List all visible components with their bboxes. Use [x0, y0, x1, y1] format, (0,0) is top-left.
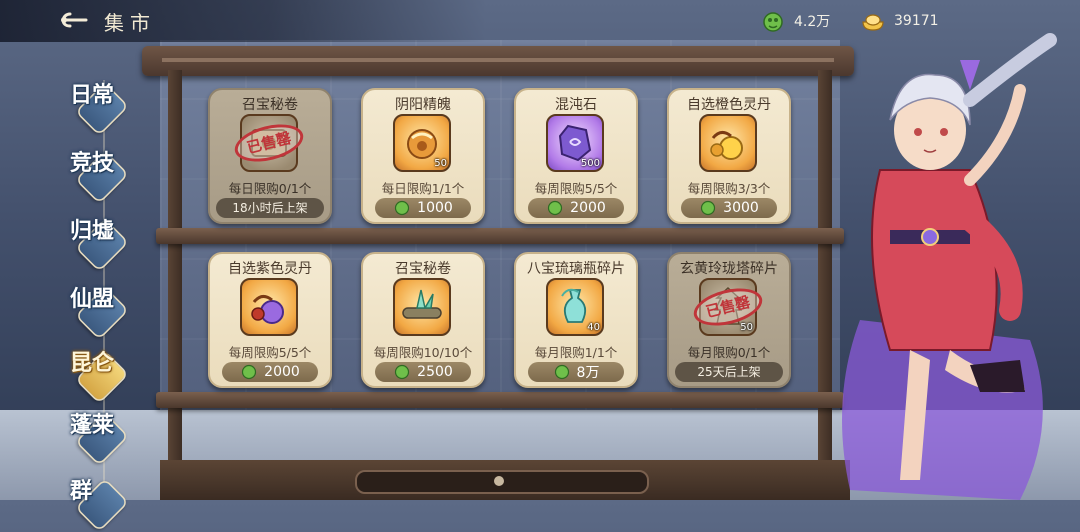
sidebar-item-label: 蓬莱 [70, 412, 115, 438]
price: 2000 [570, 200, 606, 216]
restock-timer: 25天后上架 [675, 362, 783, 382]
sidebar-item-label: 竞技 [70, 150, 115, 176]
item-frame [699, 114, 757, 172]
price: 1000 [417, 200, 453, 216]
sidebar-item-kunlun[interactable]: 昆仑 [66, 349, 130, 405]
sidebar-item-arena[interactable]: 竞技 [66, 149, 130, 205]
sidebar-item-guixu[interactable]: 归墟 [66, 217, 130, 273]
item-name: 自选紫色灵丹 [228, 261, 312, 277]
purchase-limit: 每月限购0/1个 [687, 345, 771, 360]
sidebar-item-daily[interactable]: 日常 [66, 81, 130, 137]
jade-icon [395, 364, 410, 380]
shop-item-card[interactable]: 自选紫色灵丹 每周限购5/5个 2000 [208, 252, 332, 388]
purple-elixir-icon [251, 295, 284, 324]
jade-icon [242, 364, 257, 380]
shop-item-card[interactable]: 自选橙色灵丹 每周限购3/3个 3000 [667, 88, 791, 224]
item-name: 自选橙色灵丹 [687, 97, 771, 113]
item-frame: 40 [546, 278, 604, 336]
shelf-top-beam [142, 46, 854, 76]
category-sidebar: 日常 竞技 归墟 仙盟 昆仑 蓬莱 群 [0, 60, 150, 532]
buy-price-button[interactable]: 3000 [681, 198, 777, 218]
item-count: 50 [740, 322, 753, 333]
shop-item-card[interactable]: 玄黄玲珑塔碎片 50 已售罄 每月限购0/1个 25天后上架 [667, 252, 791, 388]
jade-icon [395, 200, 410, 216]
restock-timer: 18小时后上架 [216, 198, 324, 218]
jade-icon [548, 200, 563, 216]
purchase-limit: 每日限购0/1个 [228, 181, 312, 196]
purchase-limit: 每月限购1/1个 [534, 345, 618, 360]
shop-item-card[interactable]: 阴阳精魄 50 每日限购1/1个 1000 [361, 88, 485, 224]
sidebar-item-label: 仙盟 [70, 286, 115, 312]
page-indicator-dot[interactable] [494, 476, 504, 486]
buy-price-button[interactable]: 2000 [528, 198, 624, 218]
sidebar-item-penglai[interactable]: 蓬莱 [66, 411, 130, 467]
sidebar-item-label: 昆仑 [70, 350, 115, 376]
item-frame: 50 [393, 114, 451, 172]
buy-price-button[interactable]: 1000 [375, 198, 471, 218]
item-count: 50 [434, 158, 447, 169]
price: 8万 [576, 365, 600, 381]
jade-icon [701, 200, 716, 216]
item-name: 混沌石 [555, 97, 597, 113]
shelf-board [156, 392, 844, 408]
back-arrow-icon [61, 12, 88, 28]
item-frame [393, 278, 451, 336]
buy-price-button[interactable]: 2000 [222, 362, 318, 382]
sidebar-item-label: 日常 [70, 82, 115, 108]
item-name: 阴阳精魄 [395, 97, 451, 113]
item-name: 八宝琉璃瓶碎片 [527, 261, 625, 277]
item-frame: 500 [546, 114, 604, 172]
sidebar-item-guild[interactable]: 仙盟 [66, 285, 130, 341]
item-name: 召宝秘卷 [395, 261, 451, 277]
back-button[interactable] [56, 8, 92, 32]
shelf-board [156, 228, 844, 244]
purchase-limit: 每周限购10/10个 [373, 345, 473, 360]
purchase-limit: 每周限购5/5个 [534, 181, 618, 196]
price: 2000 [264, 364, 300, 380]
item-name: 召宝秘卷 [242, 97, 298, 113]
character-illustration [842, 33, 1057, 500]
item-count: 500 [580, 158, 600, 169]
buy-price-button[interactable]: 2500 [375, 362, 471, 382]
sidebar-item-label: 群 [70, 478, 93, 504]
shop-item-card[interactable]: 召宝秘卷 每周限购10/10个 2500 [361, 252, 485, 388]
jade-icon [763, 12, 783, 32]
item-frame [240, 278, 298, 336]
sidebar-item-qun[interactable]: 群 [66, 477, 130, 532]
treasure-scroll-icon [402, 289, 442, 319]
page-title: 集市 [104, 11, 156, 35]
item-count: 40 [587, 322, 600, 333]
item-name: 玄黄玲珑塔碎片 [680, 261, 778, 277]
orange-elixir-icon [710, 131, 743, 160]
shelf-post-left [168, 70, 182, 470]
purchase-limit: 每周限购5/5个 [228, 345, 312, 360]
purchase-limit: 每日限购1/1个 [381, 181, 465, 196]
shop-item-card[interactable]: 混沌石 500 每周限购5/5个 2000 [514, 88, 638, 224]
sidebar-item-label: 归墟 [70, 218, 115, 244]
shop-item-card[interactable]: 八宝琉璃瓶碎片 40 每月限购1/1个 8万 [514, 252, 638, 388]
buy-price-button[interactable]: 8万 [528, 362, 624, 382]
shop-item-card[interactable]: 召宝秘卷 已售罄 每日限购0/1个 18小时后上架 [208, 88, 332, 224]
price: 3000 [723, 200, 759, 216]
jade-icon [554, 364, 569, 380]
purchase-limit: 每周限购3/3个 [687, 181, 771, 196]
price: 2500 [417, 364, 453, 380]
